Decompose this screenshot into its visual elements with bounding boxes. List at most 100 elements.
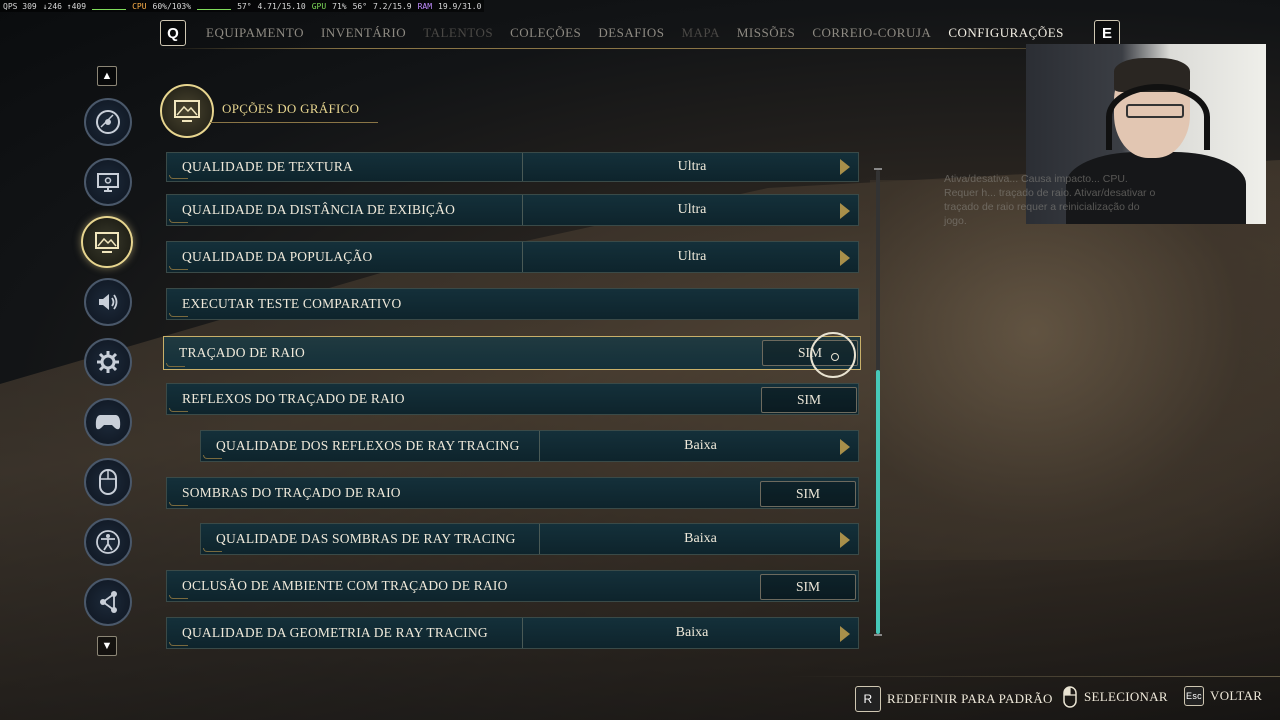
- scrollbar-top-cap: [874, 168, 882, 170]
- sidebar-item-audio[interactable]: [84, 278, 132, 326]
- gamepad-icon: [95, 415, 121, 430]
- settings-scrollbar[interactable]: [874, 168, 882, 636]
- fps-readout: QPS 309: [3, 1, 37, 11]
- ram-usage: 19.9/31.0: [438, 1, 482, 11]
- setting-label: TRAÇADO DE RAIO: [179, 345, 305, 360]
- setting-label: QUALIDADE DA GEOMETRIA DE RAY TRACING: [182, 625, 488, 640]
- ram-label: RAM: [417, 1, 433, 11]
- sidebar-item-disc[interactable]: [84, 98, 132, 146]
- sidebar-item-gameplay[interactable]: [84, 338, 132, 386]
- background-book-page: [870, 180, 1280, 560]
- network-icon: [100, 591, 117, 613]
- section-header: OPÇÕES DO GRÁFICO: [160, 84, 390, 140]
- cpu-temp: 57°: [237, 1, 252, 11]
- setting-row-population-quality[interactable]: QUALIDADE DA POPULAÇÃO Ultra: [166, 241, 859, 273]
- sidebar-item-display[interactable]: [84, 158, 132, 206]
- setting-row-rt-geometry-quality[interactable]: QUALIDADE DA GEOMETRIA DE RAY TRACING Ba…: [166, 617, 859, 649]
- select-hint[interactable]: SELECIONAR: [1062, 686, 1168, 708]
- section-medal: [160, 84, 214, 138]
- chevron-right-icon[interactable]: [840, 159, 850, 175]
- nav-divider: [160, 48, 1120, 49]
- gpu-usage: 71%: [332, 1, 347, 11]
- speaker-icon: [99, 294, 118, 310]
- cpu-graph: [197, 3, 232, 10]
- sidebar-item-mouse[interactable]: [84, 458, 132, 506]
- setting-label: QUALIDADE DOS REFLEXOS DE RAY TRACING: [216, 438, 520, 453]
- setting-row-view-distance-quality[interactable]: QUALIDADE DA DISTÂNCIA DE EXIBIÇÃO Ultra: [166, 194, 859, 226]
- disc-icon: [96, 110, 120, 134]
- sidebar-item-accessibility[interactable]: [84, 518, 132, 566]
- top-nav: Q EQUIPAMENTO INVENTÁRIO TALENTOS COLEÇÕ…: [160, 18, 1120, 48]
- scrollbar-thumb[interactable]: [876, 370, 880, 634]
- scrollbar-bottom-cap: [874, 634, 882, 636]
- chevron-right-icon[interactable]: [840, 203, 850, 219]
- setting-row-texture-quality[interactable]: QUALIDADE DE TEXTURA Ultra: [166, 152, 859, 182]
- setting-row-rt-ambient-occlusion[interactable]: OCLUSÃO DE AMBIENTE COM TRAÇADO DE RAIO …: [166, 570, 859, 602]
- tab-list: EQUIPAMENTO INVENTÁRIO TALENTOS COLEÇÕES…: [206, 25, 1094, 41]
- setting-toggle[interactable]: SIM: [760, 481, 856, 507]
- headphones-icon: [1106, 84, 1210, 150]
- back-hint[interactable]: Esc VOLTAR: [1184, 686, 1262, 706]
- setting-label: OCLUSÃO DE AMBIENTE COM TRAÇADO DE RAIO: [182, 578, 508, 593]
- cpu-usage: 60%/103%: [152, 1, 192, 11]
- setting-row-rt-reflections-quality[interactable]: QUALIDADE DOS REFLEXOS DE RAY TRACING Ba…: [200, 430, 859, 462]
- tab-inventario[interactable]: INVENTÁRIO: [321, 25, 406, 41]
- sidebar-item-graphics[interactable]: [81, 216, 133, 268]
- setting-label: QUALIDADE DA DISTÂNCIA DE EXIBIÇÃO: [182, 202, 456, 217]
- setting-value[interactable]: Ultra: [522, 242, 861, 272]
- sidebar-item-network[interactable]: [84, 578, 132, 626]
- setting-value[interactable]: Baixa: [522, 618, 861, 648]
- settings-sidebar: ▲ ▼: [80, 60, 134, 660]
- setting-value[interactable]: Ultra: [522, 195, 861, 225]
- setting-row-ray-tracing[interactable]: TRAÇADO DE RAIO SIM: [163, 336, 861, 370]
- chevron-right-icon[interactable]: [840, 532, 850, 548]
- r-key-icon: R: [855, 686, 881, 712]
- setting-toggle[interactable]: SIM: [760, 574, 856, 600]
- setting-row-rt-shadows-quality[interactable]: QUALIDADE DAS SOMBRAS DE RAY TRACING Bai…: [200, 523, 859, 555]
- cursor-ring-icon: [810, 332, 856, 378]
- setting-label: QUALIDADE DA POPULAÇÃO: [182, 249, 373, 264]
- tab-desafios[interactable]: DESAFIOS: [598, 25, 664, 41]
- scroll-down-arrow-icon[interactable]: ▼: [97, 636, 117, 656]
- image-icon: [174, 100, 200, 122]
- setting-toggle[interactable]: SIM: [761, 387, 857, 413]
- tab-mapa: MAPA: [681, 25, 720, 40]
- monitor-icon: [97, 173, 119, 192]
- next-tab-key[interactable]: E: [1094, 20, 1120, 46]
- setting-label: REFLEXOS DO TRAÇADO DE RAIO: [182, 391, 405, 406]
- chevron-right-icon[interactable]: [840, 250, 850, 266]
- setting-value[interactable]: Baixa: [539, 431, 861, 461]
- setting-label: SOMBRAS DO TRAÇADO DE RAIO: [182, 485, 401, 500]
- mouse-icon: [1063, 686, 1077, 708]
- tab-missoes[interactable]: MISSÕES: [737, 25, 795, 41]
- setting-row-ray-tracing-reflections[interactable]: REFLEXOS DO TRAÇADO DE RAIO SIM: [166, 383, 859, 415]
- back-label: VOLTAR: [1210, 688, 1263, 703]
- setting-label: QUALIDADE DE TEXTURA: [182, 159, 353, 174]
- setting-row-ray-tracing-shadows[interactable]: SOMBRAS DO TRAÇADO DE RAIO SIM: [166, 477, 859, 509]
- tab-configuracoes[interactable]: CONFIGURAÇÕES: [948, 25, 1064, 41]
- setting-label: EXECUTAR TESTE COMPARATIVO: [182, 296, 402, 311]
- scroll-up-arrow-icon[interactable]: ▲: [97, 66, 117, 86]
- setting-value[interactable]: Baixa: [539, 524, 861, 554]
- footer-divider: [790, 676, 1280, 677]
- setting-label: QUALIDADE DAS SOMBRAS DE RAY TRACING: [216, 531, 516, 546]
- section-title: OPÇÕES DO GRÁFICO: [222, 101, 360, 116]
- section-title-underline: [210, 122, 378, 123]
- sidebar-item-controller[interactable]: [84, 398, 132, 446]
- setting-value[interactable]: Ultra: [522, 153, 861, 181]
- tab-talentos: TALENTOS: [423, 25, 494, 40]
- prev-tab-key[interactable]: Q: [160, 20, 186, 46]
- accessibility-icon: [96, 530, 120, 554]
- setting-row-run-benchmark[interactable]: EXECUTAR TESTE COMPARATIVO: [166, 288, 859, 320]
- cpu-label: CPU: [132, 1, 147, 11]
- chevron-right-icon[interactable]: [840, 626, 850, 642]
- reset-defaults-hint[interactable]: R REDEFINIR PARA PADRÃO: [855, 686, 1053, 712]
- frametime-graph: [92, 3, 127, 10]
- tab-equipamento[interactable]: EQUIPAMENTO: [206, 25, 304, 41]
- gpu-temp: 56°: [352, 1, 368, 11]
- chevron-right-icon[interactable]: [840, 439, 850, 455]
- setting-description: Ativa/desativa... Causa impacto... CPU. …: [944, 173, 1156, 227]
- tab-correio-coruja[interactable]: CORREIO-CORUJA: [812, 25, 931, 41]
- tab-colecoes[interactable]: COLEÇÕES: [510, 25, 581, 41]
- mouse-icon: [99, 469, 117, 495]
